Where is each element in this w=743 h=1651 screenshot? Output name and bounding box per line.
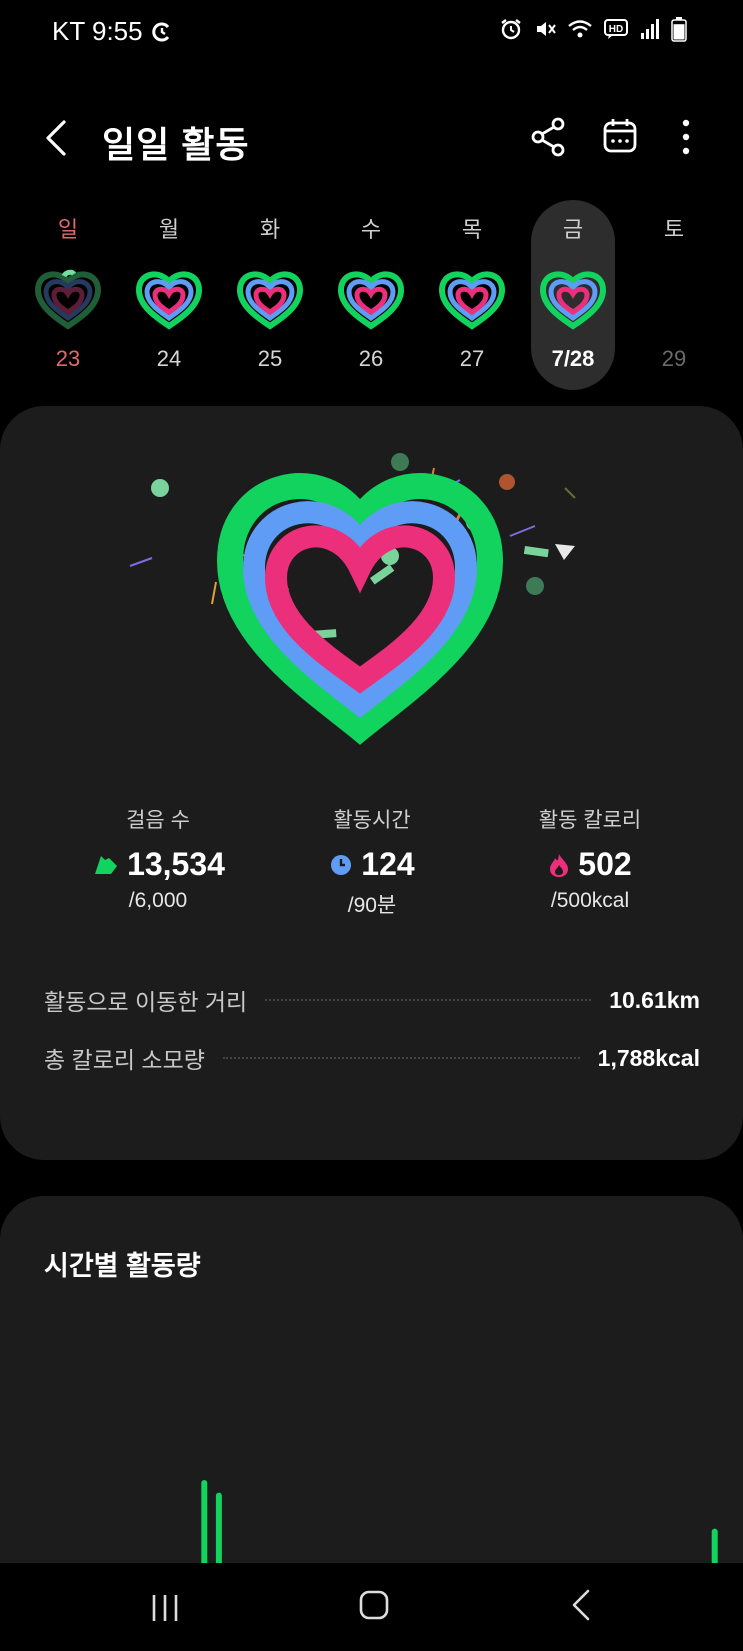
day-name: 목 xyxy=(461,217,483,242)
total-calories-value: 1,788kcal xyxy=(597,1044,700,1071)
steps-value: 13,534 xyxy=(127,846,225,882)
recent-apps-icon xyxy=(152,1595,178,1621)
week-selector: 일 23 월 24 화 25 수 26 목 27 금 7/28 토 29 xyxy=(0,200,743,390)
day-heart-rings xyxy=(34,269,102,330)
chevron-left-icon xyxy=(46,120,66,156)
steps-label: 걸음 수 xyxy=(126,809,190,832)
active-time-goal: /90분 xyxy=(347,894,397,917)
day-heart-rings xyxy=(438,271,506,330)
stats-row: 걸음 수 13,534 /6,000 활동시간 124 /90분 활동 칼로리 xyxy=(0,804,743,924)
clock-icon xyxy=(331,854,352,875)
steps-goal: /6,000 xyxy=(128,889,188,912)
chart-title: 시간별 활동량 xyxy=(44,1251,201,1281)
day-5[interactable]: 금 7/28 xyxy=(531,200,615,390)
distance-label: 활동으로 이동한 거리 xyxy=(44,989,248,1015)
steps-stat[interactable]: 걸음 수 13,534 /6,000 xyxy=(48,804,268,913)
home-button[interactable] xyxy=(354,1585,394,1625)
sync-icon xyxy=(151,22,169,41)
day-name: 수 xyxy=(360,217,382,242)
status-left: KT 9:55 xyxy=(52,16,173,47)
alarm-icon xyxy=(501,19,521,40)
active-time-label: 활동시간 xyxy=(333,809,411,832)
app-bar: 일일 활동 xyxy=(0,100,743,180)
day-date: 24 xyxy=(156,346,182,371)
day-date: 23 xyxy=(55,346,81,371)
calendar-icon xyxy=(603,119,637,153)
total-calories-row[interactable]: 총 칼로리 소모량 1,788kcal xyxy=(44,1038,700,1078)
calendar-button[interactable] xyxy=(600,114,640,160)
day-4[interactable]: 목 27 xyxy=(430,200,514,390)
status-icons: HD xyxy=(499,16,687,42)
distance-row[interactable]: 활동으로 이동한 거리 10.61km xyxy=(44,980,700,1020)
active-calories-stat[interactable]: 활동 칼로리 502 /500kcal xyxy=(480,804,700,913)
day-heart-rings xyxy=(236,271,304,330)
battery-icon xyxy=(671,17,687,42)
chevron-left-icon xyxy=(572,1589,590,1621)
day-date: 29 xyxy=(661,346,687,371)
recent-apps-button[interactable] xyxy=(150,1587,180,1627)
day-2[interactable]: 화 25 xyxy=(228,200,312,390)
svg-text:HD: HD xyxy=(609,24,623,35)
day-name: 일 xyxy=(57,217,79,242)
activity-summary-card: 걸음 수 13,534 /6,000 활동시간 124 /90분 활동 칼로리 xyxy=(0,406,743,1160)
active-calories-goal: /500kcal xyxy=(550,889,630,912)
distance-value: 10.61km xyxy=(609,986,700,1013)
day-name: 화 xyxy=(259,217,281,242)
active-calories-value: 502 xyxy=(578,846,632,882)
total-calories-label: 총 칼로리 소모량 xyxy=(44,1047,205,1073)
carrier-time: KT 9:55 xyxy=(52,16,143,46)
back-button[interactable] xyxy=(38,114,78,162)
more-vertical-icon xyxy=(682,119,690,155)
system-back-button[interactable] xyxy=(566,1585,596,1625)
activity-heart-rings xyxy=(129,453,576,745)
day-1[interactable]: 월 24 xyxy=(127,200,211,390)
dotted-leader xyxy=(222,1057,580,1059)
dotted-leader xyxy=(265,999,592,1001)
day-name: 금 xyxy=(562,217,584,242)
home-icon xyxy=(359,1590,389,1620)
day-0[interactable]: 일 23 xyxy=(26,200,110,390)
active-calories-label: 활동 칼로리 xyxy=(538,809,642,832)
status-bar: KT 9:55 HD xyxy=(0,0,743,62)
shoe-icon xyxy=(95,855,118,874)
page-title: 일일 활동 xyxy=(102,124,250,165)
system-nav-bar xyxy=(0,1563,743,1651)
day-date: 27 xyxy=(459,346,485,371)
day-heart-rings xyxy=(539,271,607,330)
mute-icon xyxy=(537,22,556,36)
day-heart-rings xyxy=(135,271,203,330)
signal-icon xyxy=(641,19,659,39)
day-date: 26 xyxy=(358,346,384,371)
day-date: 7/28 xyxy=(551,346,595,371)
wifi-icon xyxy=(568,20,592,38)
flame-icon xyxy=(550,853,569,877)
day-date: 25 xyxy=(257,346,283,371)
day-6[interactable]: 토 29 xyxy=(632,200,716,390)
day-3[interactable]: 수 26 xyxy=(329,200,413,390)
more-options-button[interactable] xyxy=(668,114,704,160)
active-time-value: 124 xyxy=(361,846,415,882)
day-heart-rings xyxy=(337,271,405,330)
active-time-stat[interactable]: 활동시간 124 /90분 xyxy=(262,804,482,919)
day-name: 토 xyxy=(663,217,685,242)
share-button[interactable] xyxy=(528,114,568,160)
day-name: 월 xyxy=(158,217,180,242)
share-icon xyxy=(531,117,565,157)
hd-voice-icon: HD xyxy=(604,19,628,39)
